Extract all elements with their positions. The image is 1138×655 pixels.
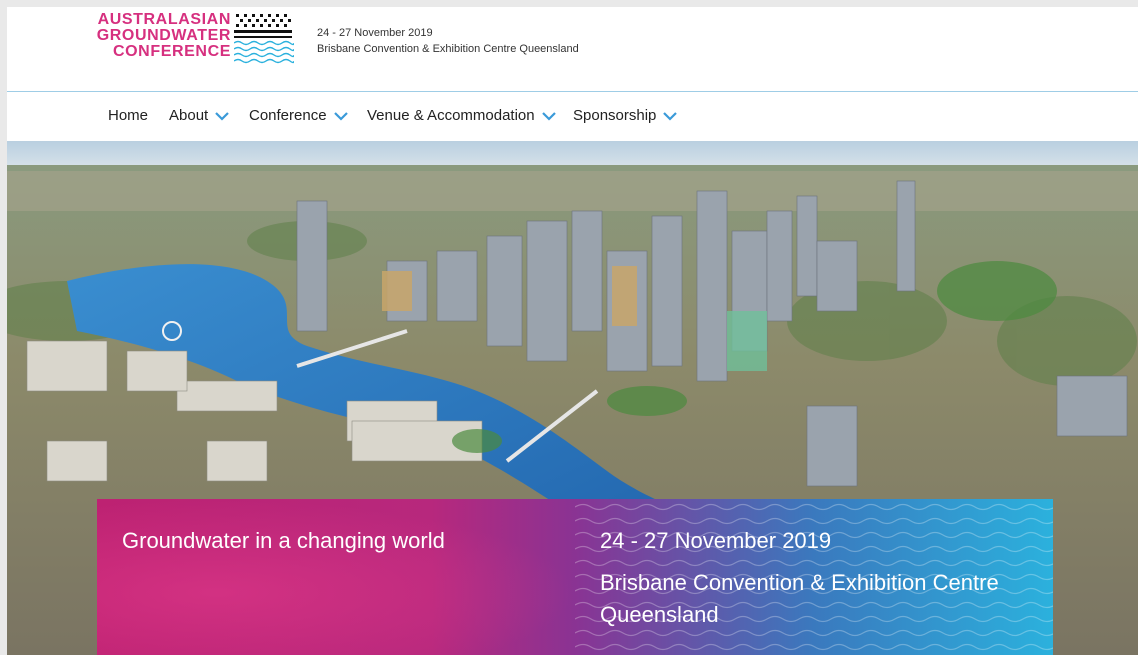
logo-line-2: GROUNDWATER: [96, 27, 231, 44]
chevron-down-icon: [215, 111, 229, 121]
conference-tagline: Groundwater in a changing world: [122, 528, 445, 553]
nav-item-label: Home: [108, 107, 149, 124]
nav-item-venue-accommodation[interactable]: Venue & Accommodation: [367, 107, 556, 124]
chevron-down-icon: [663, 111, 678, 121]
nav-item-about[interactable]: About: [169, 107, 229, 124]
nav-item-label: Conference: [249, 107, 327, 124]
banner-glow: [97, 499, 577, 655]
nav-item-label: About: [169, 107, 209, 124]
logo-line-1: AUSTRALASIAN: [97, 11, 231, 28]
banner-venue: Brisbane Convention & Exhibition Centre …: [600, 570, 999, 627]
banner-date: 24 - 27 November 2019: [600, 528, 832, 553]
hero-section: Groundwater in a changing world 24 - 27 …: [7, 141, 1138, 655]
header-event-info: 24 - 27 November 2019 Brisbane Conventio…: [317, 25, 579, 57]
conference-logo[interactable]: AUSTRALASIAN GROUNDWATER CONFERENCE: [95, 12, 231, 60]
site-header: AUSTRALASIAN GROUNDWATER CONFERENCE 24 -…: [7, 7, 1138, 92]
main-nav: Home About Conference Venue & Accommodat…: [7, 92, 1138, 141]
nav-item-sponsorship[interactable]: Sponsorship: [573, 107, 678, 124]
header-venue: Brisbane Convention & Exhibition Centre …: [317, 43, 579, 55]
header-date: 24 - 27 November 2019: [317, 27, 433, 39]
chevron-down-icon: [541, 111, 556, 121]
nav-item-conference[interactable]: Conference: [249, 107, 348, 124]
chevron-down-icon: [333, 111, 348, 121]
hero-banner: Groundwater in a changing world 24 - 27 …: [97, 499, 1053, 655]
nav-item-label: Venue & Accommodation: [367, 107, 535, 124]
nav-item-label: Sponsorship: [573, 107, 657, 124]
logo-water-mark-icon: [234, 14, 294, 64]
logo-line-3: CONFERENCE: [112, 43, 231, 60]
nav-item-home[interactable]: Home: [108, 107, 148, 124]
page: AUSTRALASIAN GROUNDWATER CONFERENCE 24 -…: [7, 7, 1138, 655]
